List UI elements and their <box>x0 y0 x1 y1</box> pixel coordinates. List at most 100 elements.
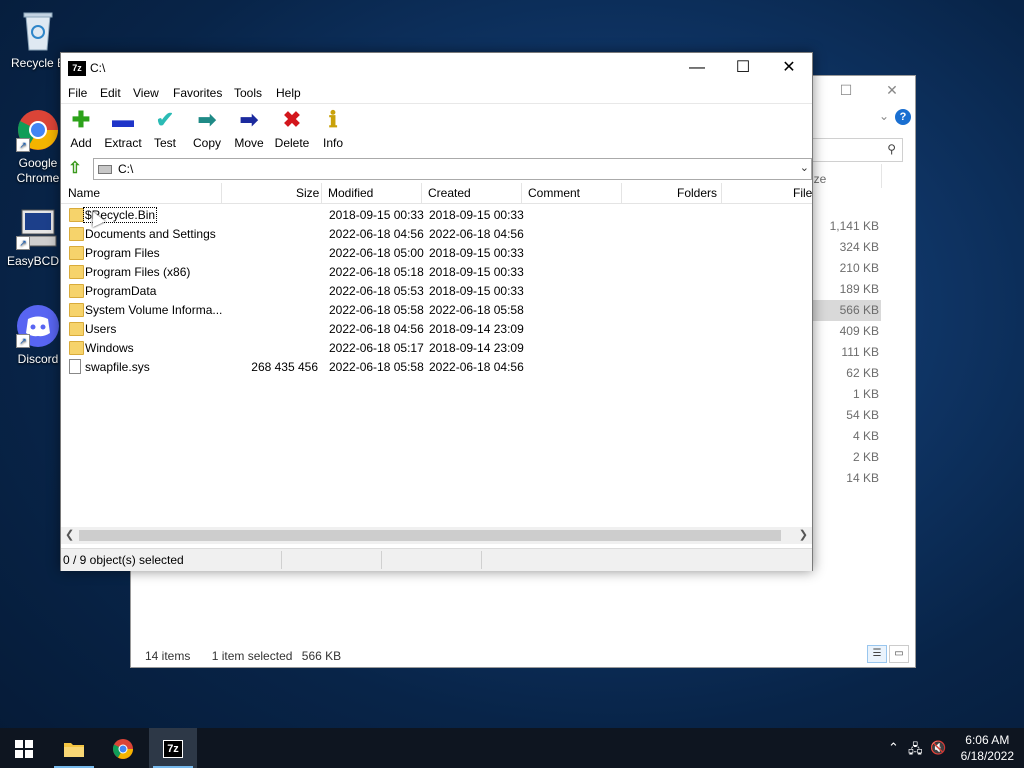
address-input[interactable]: C:\ ⌄ <box>93 158 812 180</box>
size-cell: 54 KB <box>846 408 879 422</box>
clock[interactable]: 6:06 AM 6/18/2022 <box>961 732 1014 764</box>
maximize-button[interactable]: ☐ <box>831 82 861 100</box>
column-header-comment[interactable]: Comment <box>528 186 580 200</box>
shortcut-arrow-icon: ↗ <box>16 138 30 152</box>
close-button[interactable]: ✕ <box>877 82 907 100</box>
menu-bar: File Edit View Favorites Tools Help <box>61 83 812 103</box>
test-icon: ✔ <box>155 107 175 132</box>
folder-icon <box>69 303 84 317</box>
minimize-button[interactable]: — <box>674 53 720 83</box>
size-cell: 62 KB <box>846 366 879 380</box>
file-name: ProgramData <box>85 284 157 298</box>
taskbar-file-explorer[interactable] <box>50 728 98 768</box>
file-modified: 2018-09-15 00:33 <box>329 208 424 222</box>
menu-tools[interactable]: Tools <box>234 86 262 100</box>
column-header-created[interactable]: Created <box>428 186 471 200</box>
folder-icon <box>64 742 84 757</box>
info-label: Info <box>322 136 343 150</box>
size-cell: 111 KB <box>841 345 879 359</box>
easybcd-icon: ↗ <box>16 206 60 250</box>
file-row[interactable]: Program Files (x86) 2022-06-18 05:18 2018-… <box>61 262 812 281</box>
menu-view[interactable]: View <box>133 86 159 100</box>
close-button[interactable]: ✕ <box>766 53 812 83</box>
copy-button[interactable]: ➡ Copy <box>185 106 229 150</box>
file-list: $Recycle.Bin 2018-09-15 00:33 2018-09-15 0… <box>61 205 812 376</box>
file-row[interactable]: Documents and Settings 2022-06-18 04:56 20… <box>61 224 812 243</box>
extract-icon: ▬ <box>112 107 134 132</box>
file-modified: 2022-06-18 05:00 <box>329 246 424 260</box>
menu-favorites[interactable]: Favorites <box>173 86 222 100</box>
file-name: swapfile.sys <box>85 360 150 374</box>
system-tray: ⌃ 🖧 🔇 6:06 AM 6/18/2022 <box>884 728 1024 768</box>
title-bar[interactable]: 7z C:\ — ☐ ✕ <box>61 53 812 83</box>
column-header-folders[interactable]: Folders <box>677 186 717 200</box>
network-icon[interactable]: 🖧 <box>908 740 923 762</box>
volume-muted-icon[interactable]: 🔇 <box>930 740 946 756</box>
start-button[interactable] <box>0 728 48 768</box>
file-row[interactable]: $Recycle.Bin 2018-09-15 00:33 2018-09-15 0… <box>61 205 812 224</box>
file-icon <box>69 359 81 374</box>
file-row[interactable]: Program Files 2022-06-18 05:00 2018-09-15 … <box>61 243 812 262</box>
delete-label: Delete <box>274 136 310 150</box>
test-button[interactable]: ✔ Test <box>143 106 187 150</box>
chevron-down-icon[interactable]: ⌄ <box>879 109 889 123</box>
file-created: 2018-09-15 00:33 <box>429 246 524 260</box>
chevron-up-icon[interactable]: ⌃ <box>888 740 899 756</box>
large-icons-view-icon[interactable]: ▭ <box>889 645 909 663</box>
menu-help[interactable]: Help <box>276 86 301 100</box>
file-row[interactable]: swapfile.sys 268 435 456 2022-06-18 05:58 2… <box>61 357 812 376</box>
taskbar-7zip[interactable]: 7z <box>149 728 197 768</box>
extract-button[interactable]: ▬ Extract <box>101 106 145 150</box>
search-input[interactable]: ⚲ <box>801 138 903 162</box>
file-row[interactable]: System Volume Informa... 2022-06-18 05:58… <box>61 300 812 319</box>
delete-button[interactable]: ✖ Delete <box>270 106 314 150</box>
details-view-icon[interactable]: ☰ <box>867 645 887 663</box>
taskbar-chrome[interactable] <box>99 728 147 768</box>
help-icon[interactable]: ? <box>895 109 911 125</box>
column-header-files[interactable]: File <box>793 186 812 200</box>
chevron-down-icon[interactable]: ⌄ <box>800 161 809 174</box>
selection-status: 0 / 9 object(s) selected <box>63 553 184 567</box>
scrollbar-thumb[interactable] <box>79 530 781 541</box>
shortcut-arrow-icon: ↗ <box>16 236 30 250</box>
7zip-window[interactable]: 7z C:\ — ☐ ✕ File Edit View Favorites To… <box>60 52 813 571</box>
file-modified: 2022-06-18 05:18 <box>329 265 424 279</box>
column-divider <box>621 183 622 203</box>
column-header-size[interactable]: ize <box>811 172 826 186</box>
item-count: 14 items <box>145 649 191 663</box>
size-cell: 1 KB <box>852 387 879 401</box>
folder-up-icon[interactable]: ⇧ <box>66 160 84 178</box>
add-button[interactable]: ✚ Add <box>59 106 103 150</box>
scroll-right-icon[interactable]: ❯ <box>799 528 808 541</box>
menu-file[interactable]: File <box>68 86 87 100</box>
size-cell: 14 KB <box>846 471 879 485</box>
shortcut-arrow-icon: ↗ <box>16 334 30 348</box>
file-name: Users <box>85 322 117 336</box>
status-divider <box>381 551 382 569</box>
file-modified: 2022-06-18 05:58 <box>329 303 424 317</box>
horizontal-scrollbar[interactable]: ❮ ❯ <box>61 527 812 544</box>
file-created: 2022-06-18 04:56 <box>429 227 524 241</box>
column-header-modified[interactable]: Modified <box>328 186 373 200</box>
maximize-button[interactable]: ☐ <box>720 53 766 83</box>
scroll-left-icon[interactable]: ❮ <box>65 528 74 541</box>
copy-label: Copy <box>192 136 221 150</box>
file-row[interactable]: ProgramData 2022-06-18 05:53 2018-09-15 00… <box>61 281 812 300</box>
info-button[interactable]: ℹ Info <box>311 106 355 150</box>
column-header-size[interactable]: Size <box>296 186 319 200</box>
file-name: Windows <box>85 341 134 355</box>
menu-edit[interactable]: Edit <box>100 86 121 100</box>
column-header-name[interactable]: Name <box>68 186 100 200</box>
search-icon: ⚲ <box>887 142 896 156</box>
file-row[interactable]: Windows 2022-06-18 05:17 2018-09-14 23:09 <box>61 338 812 357</box>
size-cell: 4 KB <box>852 429 879 443</box>
file-modified: 2022-06-18 04:56 <box>329 227 424 241</box>
address-bar: ⇧ C:\ ⌄ <box>61 156 812 182</box>
column-divider <box>881 164 882 188</box>
file-row[interactable]: Users 2022-06-18 04:56 2018-09-14 23:09 <box>61 319 812 338</box>
7zip-logo-icon: 7z <box>68 61 86 76</box>
test-label: Test <box>153 136 176 150</box>
address-text: C:\ <box>118 162 134 176</box>
folder-icon <box>69 246 84 260</box>
move-button[interactable]: ➡ Move <box>227 106 271 150</box>
